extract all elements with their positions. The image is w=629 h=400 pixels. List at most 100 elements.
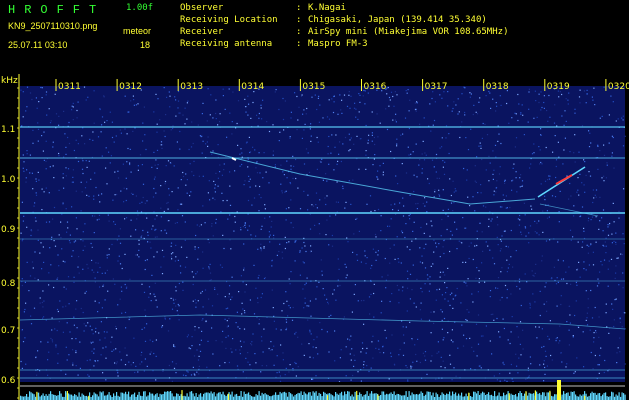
noise-speck (208, 298, 210, 300)
noise-speck (194, 329, 196, 331)
noise-speck (224, 108, 226, 110)
power-bar (618, 392, 620, 400)
noise-speck (540, 109, 542, 111)
noise-speck (198, 225, 201, 227)
noise-speck (295, 158, 297, 161)
noise-speck (202, 175, 204, 177)
noise-speck (399, 348, 401, 351)
power-bar (21, 396, 23, 400)
noise-speck (32, 142, 34, 144)
noise-speck (463, 281, 465, 283)
noise-speck (363, 361, 365, 363)
noise-speck (611, 152, 613, 154)
noise-speck (175, 363, 177, 365)
noise-speck (439, 147, 441, 149)
noise-speck (440, 356, 442, 358)
noise-speck (406, 92, 408, 94)
noise-speck (189, 348, 192, 350)
noise-speck (524, 226, 526, 228)
noise-speck (485, 169, 487, 171)
noise-speck (592, 368, 594, 370)
noise-speck (303, 354, 305, 356)
noise-speck (443, 252, 445, 255)
noise-speck (106, 254, 108, 256)
noise-speck (45, 140, 47, 142)
noise-speck (511, 378, 513, 380)
frequency-tick-label: 1.1 (1, 125, 15, 135)
power-bar (563, 391, 565, 400)
noise-speck (534, 231, 536, 233)
noise-speck (152, 196, 155, 198)
noise-speck (202, 306, 204, 308)
power-bar (590, 393, 592, 400)
noise-speck (135, 229, 137, 231)
noise-speck (214, 184, 216, 186)
power-bar (422, 392, 424, 400)
power-bar (137, 394, 139, 400)
noise-speck (328, 99, 330, 101)
power-bar (420, 391, 422, 400)
power-bar (383, 391, 385, 400)
noise-speck (434, 101, 436, 103)
noise-speck (457, 113, 459, 115)
noise-speck (350, 335, 352, 337)
noise-speck (489, 340, 491, 342)
noise-speck (82, 172, 84, 175)
noise-speck (597, 278, 599, 280)
noise-speck (430, 265, 432, 267)
noise-speck (474, 180, 476, 182)
noise-speck (209, 272, 212, 274)
noise-speck (89, 138, 91, 140)
noise-speck (363, 367, 365, 369)
noise-speck (536, 232, 538, 234)
location-key: Receiving Location (180, 15, 278, 25)
noise-speck (245, 357, 247, 359)
noise-speck (186, 118, 188, 120)
noise-speck (549, 116, 551, 118)
noise-speck (202, 140, 204, 142)
noise-speck (149, 353, 151, 355)
noise-speck (264, 204, 266, 206)
noise-speck (540, 91, 542, 93)
noise-speck (20, 232, 22, 234)
noise-speck (435, 378, 437, 380)
noise-speck (289, 307, 291, 309)
noise-speck (409, 321, 411, 323)
noise-speck (364, 103, 366, 105)
power-bar (528, 392, 530, 400)
noise-speck (547, 179, 549, 181)
noise-speck (75, 308, 77, 310)
noise-speck (41, 268, 43, 270)
power-bar (258, 391, 260, 400)
power-bar-highlight (584, 395, 586, 400)
noise-speck (21, 201, 23, 203)
noise-speck (138, 239, 140, 241)
noise-speck (540, 134, 542, 136)
noise-speck (538, 326, 540, 328)
power-bar (555, 394, 557, 400)
noise-speck (238, 291, 240, 293)
noise-speck (62, 306, 64, 308)
noise-speck (455, 375, 457, 377)
noise-speck (482, 335, 484, 337)
noise-speck (117, 170, 119, 172)
noise-speck (33, 205, 35, 207)
noise-speck (613, 319, 615, 321)
noise-speck (443, 337, 445, 339)
noise-speck (75, 217, 77, 219)
noise-speck (528, 91, 530, 93)
noise-speck (546, 109, 548, 112)
noise-speck (366, 347, 368, 349)
noise-speck (196, 371, 198, 373)
noise-speck (500, 271, 502, 273)
noise-speck (281, 190, 283, 192)
noise-speck (202, 318, 204, 320)
noise-speck (398, 261, 400, 263)
antenna-sep: : (296, 39, 302, 49)
noise-speck (411, 289, 413, 291)
power-bar (489, 395, 491, 400)
power-bar (437, 394, 439, 400)
noise-speck (244, 312, 246, 314)
noise-speck (548, 216, 550, 218)
noise-speck (175, 256, 177, 258)
